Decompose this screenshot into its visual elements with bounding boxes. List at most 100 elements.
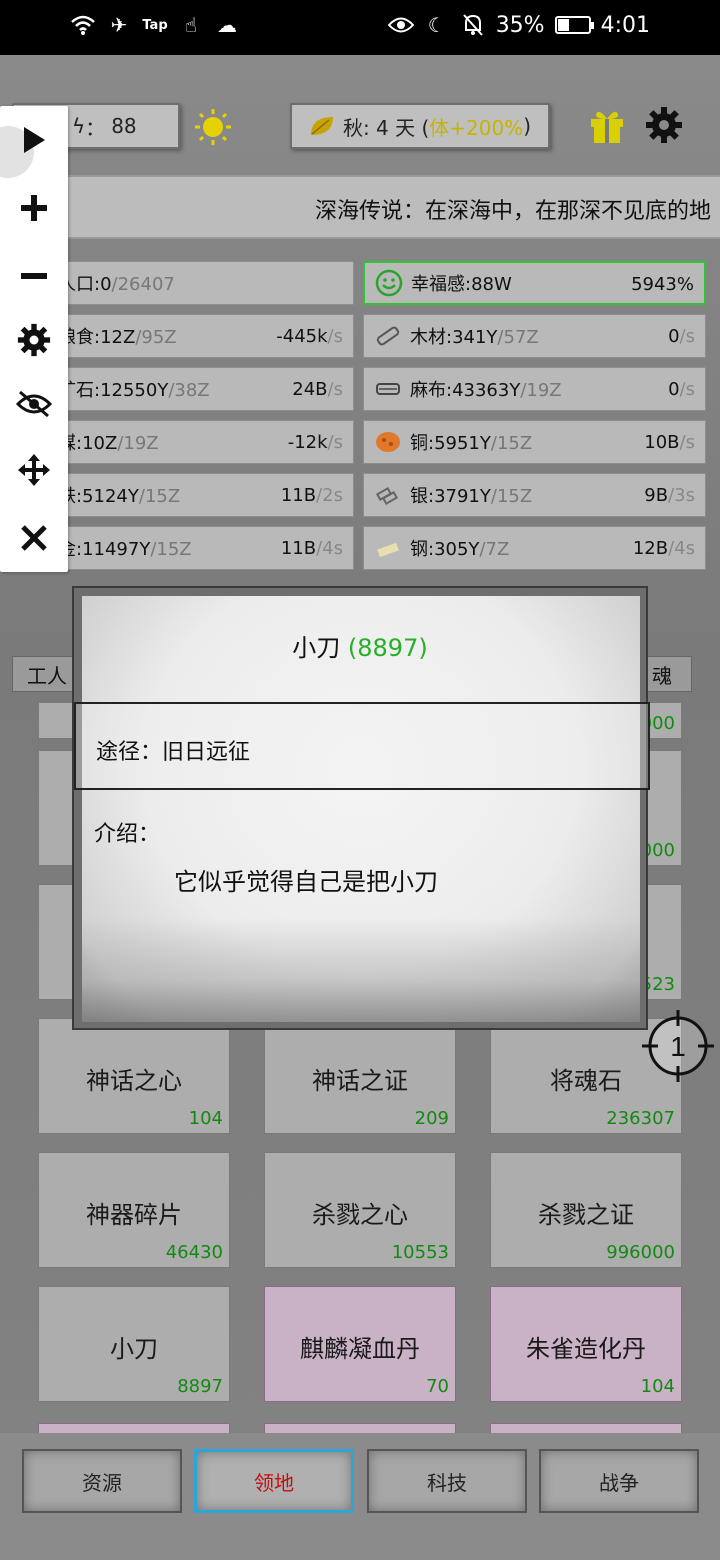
crosshair-label: 1 [670,1031,686,1062]
nav-resources-label: 资源 [82,1470,122,1495]
wifi-icon [70,12,96,38]
gift-icon[interactable] [588,105,626,145]
resource-rate-value: 11B [280,538,317,559]
tab-soul-label: 魂 [652,663,672,688]
resource-rate-value: 0 [668,326,680,347]
item-count: 996000 [606,1242,675,1263]
resource-cell[interactable]: 麻布:43363Y/19Z 0/s [363,367,706,411]
resource-rate-unit: /s [679,432,695,453]
nav-tech[interactable]: 科技 [367,1449,527,1513]
silver-icon [374,481,402,509]
floating-tool-panel [0,106,68,572]
resource-rate: 10B/s [644,432,695,453]
resource-rate: 11B/2s [281,485,343,506]
item-tile[interactable]: 杀戮之心 10553 [264,1152,456,1268]
close-button[interactable] [14,518,54,558]
resource-cell[interactable]: 木材:341Y/57Z 0/s [363,314,706,358]
resource-value: 钢:305Y [410,539,480,560]
nav-tech-label: 科技 [427,1470,467,1495]
resource-value: 银:3791Y [410,486,491,507]
crosshair-icon[interactable]: 1 [640,1008,716,1084]
move-button[interactable] [14,450,54,490]
resource-max: /19Z [520,380,562,401]
resource-rate: -12k/s [288,432,343,453]
status-right-icons: ☾ 35% 4:01 [387,12,650,38]
tool-settings-button[interactable] [14,320,54,360]
sun-icon[interactable] [193,107,233,147]
status-left-icons: ✈ Tap ☝ ☁ [70,12,240,38]
resource-amount: 木材:341Y/57Z [410,323,705,349]
item-count: 8897 [177,1376,223,1397]
item-count: 70 [426,1376,449,1397]
resource-cell[interactable]: 钢:305Y/7Z 12B/4s [363,526,706,570]
resource-rate-unit: /s [327,379,343,400]
item-tile[interactable]: 杀戮之证 996000 [490,1152,682,1268]
tab-workers-label: 工人 [27,663,67,688]
steel-icon [374,534,402,562]
resource-rate-value: 10B [644,432,680,453]
resource-rate-value: -445k [276,326,328,347]
item-tile[interactable]: 朱雀造化丹 104 [490,1286,682,1402]
popup-source: 途径：旧日远征 [96,740,251,765]
season-text: 秋: 4 天 ( [342,115,430,140]
moon-icon: ☾ [427,13,446,37]
resource-cell[interactable]: 幸福感:88W 5943% [363,261,706,305]
play-button[interactable] [14,120,54,160]
resource-cell[interactable]: 铜:5951Y/15Z 10B/s [363,420,706,464]
item-tile[interactable]: 小刀 8897 [38,1286,230,1402]
partial-tile[interactable] [264,1423,456,1433]
hide-button[interactable] [14,384,54,424]
ticker-text: 深海传说：在深海中，在那深不见底的地 [315,199,712,224]
news-ticker: 深海传说：在深海中，在那深不见底的地 [0,175,720,239]
popup-item-count: (8897) [347,634,428,662]
settings-gear-icon[interactable] [645,106,683,144]
resource-max: /57Z [497,327,539,348]
resource-rate-unit: /4s [316,538,343,559]
popup-battle-art [82,918,640,1022]
resource-max: /15Z [490,486,533,507]
item-name: 麒麟凝血丹 [300,1335,420,1363]
battery-percent: 35% [495,12,545,38]
item-tile[interactable]: 麒麟凝血丹 70 [264,1286,456,1402]
item-detail-popup[interactable]: 小刀 (8897) 途径：旧日远征 介绍： 它似乎觉得自己是把小刀 [72,586,650,1030]
stamina-value: 88 [111,114,137,138]
resource-rate-value: 0 [668,379,680,400]
resource-rate: 12B/4s [633,538,695,559]
nav-territory[interactable]: 领地 [194,1449,354,1513]
airplane-icon: ✈ [110,13,128,37]
resource-value: 幸福感:88W [411,274,512,295]
resource-rate-unit: /2s [316,485,343,506]
partial-tile[interactable] [38,1423,230,1433]
eye-icon [387,12,414,38]
play-icon [24,127,45,153]
season-box[interactable]: 秋: 4 天 (体+200%) [290,103,550,149]
item-name: 朱雀造化丹 [526,1335,646,1363]
item-tile[interactable]: 神话之证 209 [264,1018,456,1134]
item-tile[interactable]: 神话之心 104 [38,1018,230,1134]
item-count: 209 [414,1108,449,1129]
copper-icon [374,428,402,456]
remove-button[interactable] [14,256,54,296]
resource-rate: -445k/s [276,326,343,347]
item-name: 神话之心 [86,1067,182,1095]
nav-war[interactable]: 战争 [539,1449,699,1513]
resource-rate: 9B/3s [644,485,695,506]
nav-resources[interactable]: 资源 [22,1449,182,1513]
resource-rate-value: 9B [644,485,669,506]
resource-value: 铁:5124Y [58,486,139,507]
item-tile[interactable]: 神器碎片 46430 [38,1152,230,1268]
partial-tile[interactable] [490,1423,682,1433]
cloud-icon: ☁ [217,13,237,37]
resource-max: /15Z [138,486,181,507]
item-name: 杀戮之证 [538,1201,634,1229]
resource-max: /95Z [135,327,177,348]
top-bar: 体力 ϟ ： 88 秋: 4 天 (体+200%) [0,55,720,175]
resource-amount: 人口:0/26407 [58,270,353,296]
resource-cell[interactable]: 银:3791Y/15Z 9B/3s [363,473,706,517]
resource-value: 矿石:12550Y [58,380,169,401]
item-name: 神话之证 [312,1067,408,1095]
add-button[interactable] [14,188,54,228]
wood-icon [374,322,402,350]
bell-mute-icon [460,12,486,38]
item-count: 10553 [391,1242,449,1263]
